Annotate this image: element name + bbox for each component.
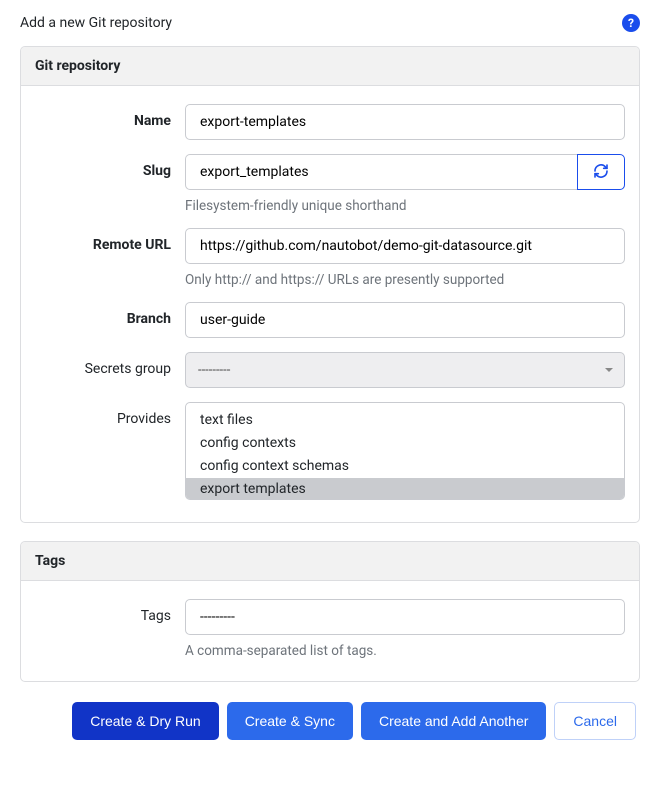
- slug-input[interactable]: [185, 154, 577, 190]
- panel-header-tags: Tags: [21, 542, 639, 581]
- tags-input[interactable]: [185, 599, 625, 635]
- help-icon[interactable]: ?: [622, 14, 640, 32]
- secrets-group-value: ---------: [198, 363, 230, 378]
- form-buttons: Create & Dry Run Create & Sync Create an…: [20, 702, 640, 740]
- provides-option[interactable]: config contexts: [186, 432, 624, 455]
- provides-option[interactable]: text files: [186, 409, 624, 432]
- git-repository-panel: Git repository Name Slug: [20, 46, 640, 523]
- slug-help: Filesystem-friendly unique shorthand: [185, 198, 625, 214]
- name-input[interactable]: [185, 104, 625, 140]
- remote-url-input[interactable]: [185, 228, 625, 264]
- create-sync-button[interactable]: Create & Sync: [227, 702, 353, 740]
- remote-url-help: Only http:// and https:// URLs are prese…: [185, 272, 625, 288]
- provides-label: Provides: [35, 402, 185, 427]
- branch-label: Branch: [35, 302, 185, 327]
- tags-label: Tags: [35, 599, 185, 624]
- panel-header-git: Git repository: [21, 47, 639, 86]
- tags-panel: Tags Tags A comma-separated list of tags…: [20, 541, 640, 682]
- tags-help: A comma-separated list of tags.: [185, 643, 625, 659]
- provides-option[interactable]: export templates: [186, 478, 624, 499]
- provides-option[interactable]: config context schemas: [186, 455, 624, 478]
- create-dry-run-button[interactable]: Create & Dry Run: [72, 702, 218, 740]
- refresh-icon: [593, 163, 609, 182]
- remote-url-label: Remote URL: [35, 228, 185, 253]
- create-add-another-button[interactable]: Create and Add Another: [361, 702, 546, 740]
- page-title: Add a new Git repository: [20, 15, 172, 31]
- provides-multiselect[interactable]: text filesconfig contextsconfig context …: [186, 403, 624, 499]
- secrets-group-select[interactable]: ---------: [185, 352, 625, 388]
- slug-refresh-button[interactable]: [577, 154, 625, 190]
- cancel-button[interactable]: Cancel: [554, 702, 636, 740]
- name-label: Name: [35, 104, 185, 129]
- secrets-group-label: Secrets group: [35, 352, 185, 377]
- branch-input[interactable]: [185, 302, 625, 338]
- slug-label: Slug: [35, 154, 185, 179]
